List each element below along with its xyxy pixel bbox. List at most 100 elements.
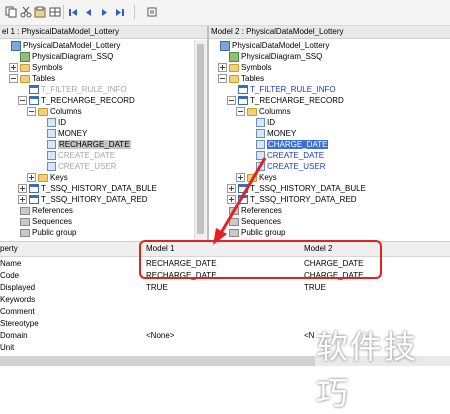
collapse-icon[interactable] — [218, 74, 227, 84]
table-icon — [29, 195, 39, 205]
expand-icon[interactable] — [18, 195, 27, 205]
model2-tree-item[interactable]: References — [229, 205, 282, 216]
model2-tree-item[interactable]: T_SSQ_HITORY_DATA_RED — [227, 194, 357, 205]
collapse-icon[interactable] — [9, 74, 18, 84]
expand-icon[interactable] — [27, 173, 36, 183]
model2-tree-item-label: Symbols — [241, 63, 272, 72]
next-icon[interactable] — [98, 6, 110, 18]
model1-tree-item-label: T_SSQ_HISTORY_DATA_BULE — [41, 184, 157, 193]
expand-icon[interactable] — [236, 173, 245, 183]
col-icon — [47, 129, 56, 139]
model2-tree-item-label: Columns — [259, 107, 291, 116]
model1-pane-header: el 1 : PhysicalDataModel_Lottery — [0, 26, 207, 39]
expand-icon[interactable] — [9, 63, 18, 73]
property-name: Displayed — [0, 283, 36, 292]
folder-icon — [247, 173, 257, 182]
grid-icon[interactable] — [49, 6, 61, 18]
folder-icon — [229, 74, 239, 83]
last-icon[interactable] — [114, 6, 126, 18]
collapse-icon[interactable] — [27, 107, 36, 117]
model2-tree-item[interactable]: CHARGE_DATE — [256, 139, 329, 150]
model2-tree-item[interactable]: PhysicalDataModel_Lottery — [220, 40, 329, 51]
model1-vertical-scrollbar[interactable] — [194, 40, 207, 240]
model1-tree-item-label: PhysicalDataModel_Lottery — [23, 41, 121, 50]
table-icon — [238, 195, 248, 205]
table-icon — [238, 184, 248, 194]
model2-tree-item-label: Tables — [241, 74, 265, 83]
expand-icon[interactable] — [227, 184, 236, 194]
model1-tree-item[interactable]: CREATE_USER — [47, 161, 117, 172]
property-column-header: perty — [0, 244, 18, 253]
ref-icon — [20, 206, 30, 215]
model1-tree-item-label: Keys — [50, 173, 68, 182]
folder-icon — [38, 173, 48, 182]
model1-scroll-thumb[interactable] — [197, 44, 204, 234]
model1-tree-item[interactable]: T_SSQ_HITORY_DATA_RED — [18, 194, 148, 205]
model1-tree-item[interactable]: Keys — [27, 172, 68, 183]
model2-tree-item[interactable]: CREATE_USER — [256, 161, 326, 172]
expand-icon[interactable] — [18, 184, 27, 194]
expand-icon[interactable] — [227, 195, 236, 205]
property-name: Name — [0, 259, 22, 268]
model2-tree-item[interactable]: Public group — [229, 227, 285, 238]
highlight-box — [139, 240, 382, 279]
model1-tree-item[interactable]: T_FILTER_RULE_INFO — [29, 84, 127, 95]
collapse-icon[interactable] — [236, 107, 245, 117]
ref-icon — [20, 228, 30, 237]
col-icon — [256, 118, 265, 128]
model2-tree-item-label: Public group — [241, 228, 286, 237]
model1-tree-item[interactable]: T_SSQ_HISTORY_DATA_BULE — [18, 183, 157, 194]
model1-tree-item[interactable]: Sequences — [20, 216, 72, 227]
model2-tree-item[interactable]: T_FILTER_RULE_INFO — [238, 84, 336, 95]
model1-tree-item-label: T_RECHARGE_RECORD — [41, 96, 135, 105]
model1-tree-item[interactable]: Tables — [9, 73, 55, 84]
toolbar — [0, 0, 450, 26]
col-icon — [256, 129, 265, 139]
model1-tree-item[interactable]: CREATE_DATE — [47, 150, 115, 161]
model1-tree-item[interactable]: RECHARGE_DATE — [47, 139, 131, 150]
model1-tree-item[interactable]: Symbols — [9, 62, 63, 73]
model1-tree-item[interactable]: PhysicalDataModel_Lottery — [11, 40, 120, 51]
model2-tree-item[interactable]: Symbols — [218, 62, 272, 73]
model2-tree-item[interactable]: Columns — [236, 106, 291, 117]
model1-tree-item[interactable]: Columns — [27, 106, 82, 117]
model2-tree-item[interactable]: T_SSQ_HISTORY_DATA_BULE — [227, 183, 366, 194]
model2-tree-item-label: T_FILTER_RULE_INFO — [250, 85, 336, 94]
model2-tree-item-label: MONEY — [267, 129, 297, 138]
collapse-icon[interactable] — [18, 96, 27, 106]
model2-tree-item-label: Sequences — [241, 217, 282, 226]
model2-tree-item[interactable]: Tables — [218, 73, 264, 84]
table-icon — [29, 96, 39, 106]
model2-tree-pane: Model 2 : PhysicalDataModel_Lottery Phys… — [209, 26, 450, 240]
model1-tree-item[interactable]: MONEY — [47, 128, 87, 139]
model2-tree-item[interactable]: Keys — [236, 172, 277, 183]
model2-tree-item[interactable]: PhysicalDiagram_SSQ — [229, 51, 322, 62]
model2-tree-item[interactable]: CREATE_DATE — [256, 150, 324, 161]
cut-icon[interactable] — [20, 6, 32, 18]
model2-tree-item[interactable]: Sequences — [229, 216, 281, 227]
table-icon — [29, 184, 39, 194]
table-icon — [29, 85, 39, 95]
options-icon[interactable] — [146, 6, 158, 18]
model2-tree-item[interactable]: T_RECHARGE_RECORD — [227, 95, 344, 106]
paste-icon[interactable] — [34, 6, 46, 18]
model1-tree-item[interactable]: PhysicalDiagram_SSQ — [20, 51, 113, 62]
copy-icon[interactable] — [5, 6, 17, 18]
previous-icon[interactable] — [83, 6, 95, 18]
model1-tree-item-label: Public group — [32, 228, 77, 237]
collapse-icon[interactable] — [227, 96, 236, 106]
model2-tree-item-label: PhysicalDataModel_Lottery — [232, 41, 330, 50]
ref-icon — [229, 217, 239, 226]
model1-tree-item[interactable]: ID — [47, 117, 66, 128]
model1-tree-item[interactable]: References — [20, 205, 73, 216]
first-icon[interactable] — [67, 6, 79, 18]
model2-tree-item[interactable]: ID — [256, 117, 275, 128]
expand-icon[interactable] — [218, 63, 227, 73]
model1-tree-item-label: Sequences — [32, 217, 73, 226]
model2-tree-item[interactable]: MONEY — [256, 128, 296, 139]
model1-tree-item[interactable]: Public group — [20, 227, 76, 238]
horizontal-scrollbar[interactable] — [0, 356, 315, 366]
model2-tree-item-label: T_SSQ_HISTORY_DATA_BULE — [250, 184, 366, 193]
model1-tree-item[interactable]: T_RECHARGE_RECORD — [18, 95, 135, 106]
model1-tree-item-label: T_FILTER_RULE_INFO — [41, 85, 127, 94]
